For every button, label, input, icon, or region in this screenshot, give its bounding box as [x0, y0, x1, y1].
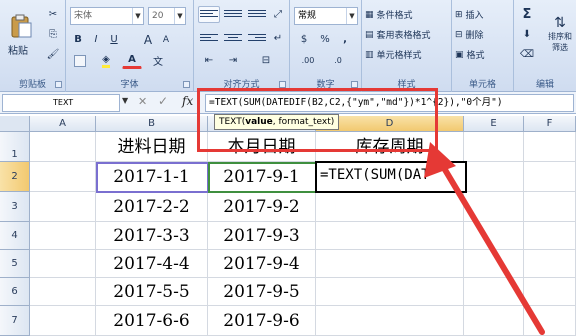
- arrow-shaft: [435, 155, 545, 335]
- annotation-arrow: [424, 142, 545, 335]
- arrow-head-icon: [424, 142, 456, 178]
